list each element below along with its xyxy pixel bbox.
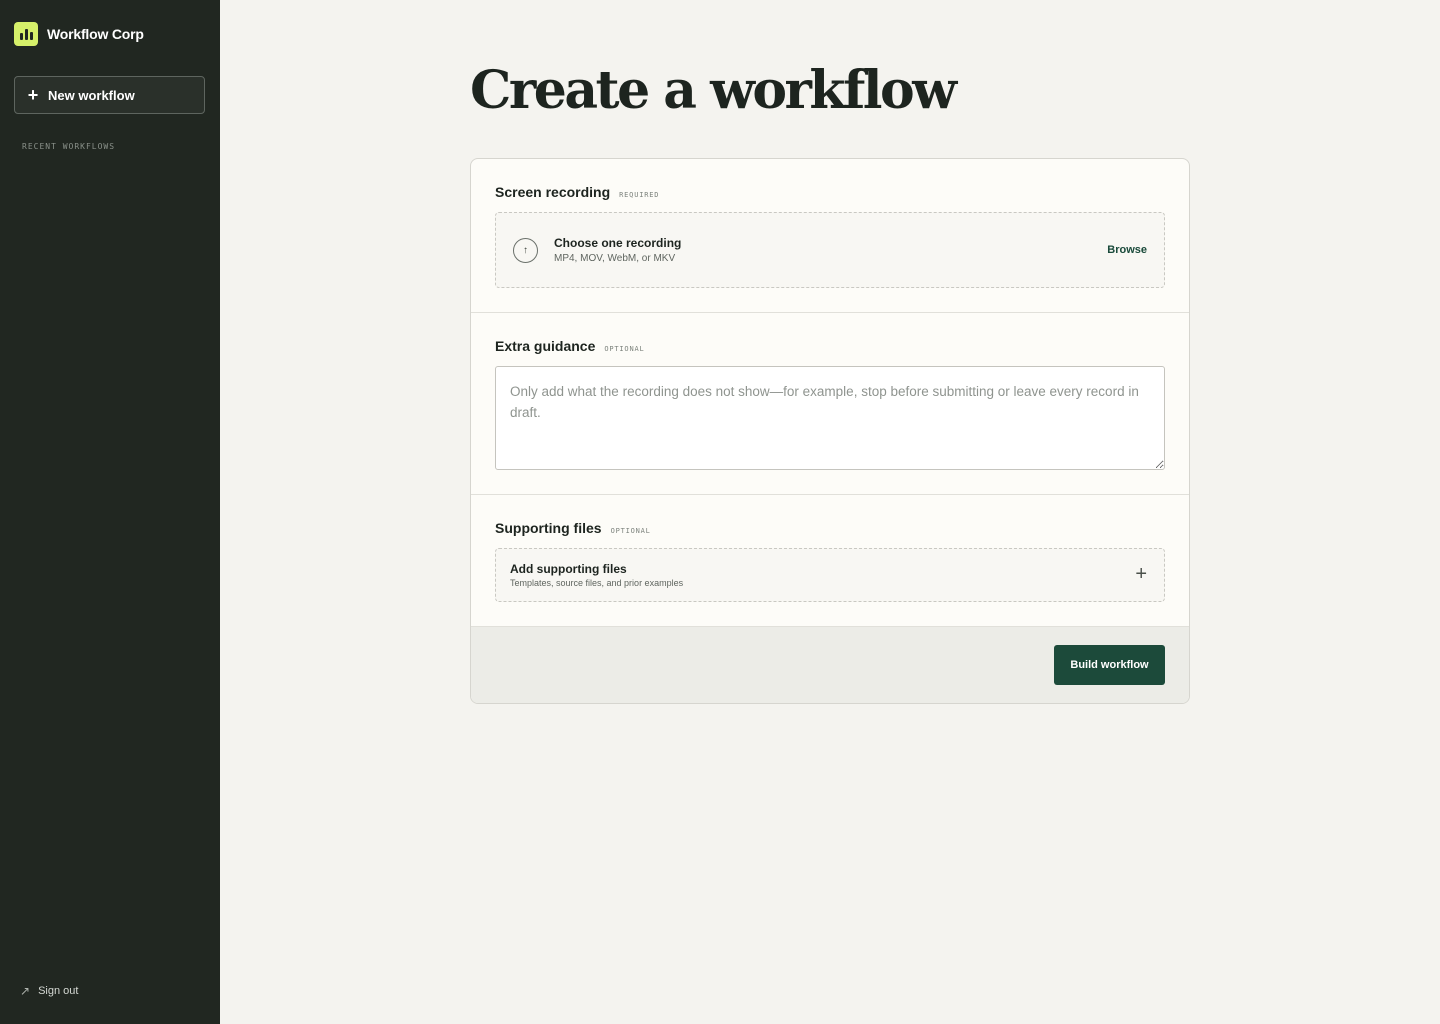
section-title: Supporting files <box>495 520 602 536</box>
workflow-form-card: Screen recording REQUIRED ↑ Choose one r… <box>470 158 1190 704</box>
new-workflow-button[interactable]: + New workflow <box>14 76 205 114</box>
section-title: Screen recording <box>495 184 611 200</box>
sign-out-link[interactable]: ↗ Sign out <box>20 984 78 998</box>
optional-tag: OPTIONAL <box>610 527 651 535</box>
browse-button[interactable]: Browse <box>1107 244 1147 256</box>
required-tag: REQUIRED <box>619 191 660 199</box>
dropzone-title: Add supporting files <box>510 562 627 576</box>
brand-name: Workflow Corp <box>47 26 144 42</box>
arrow-up-right-icon: ↗ <box>20 984 31 998</box>
page-title: Create a workflow <box>470 60 957 121</box>
guidance-textarea[interactable] <box>495 366 1165 470</box>
sign-out-label: Sign out <box>38 985 79 997</box>
bar-chart-icon <box>14 22 38 46</box>
brand[interactable]: Workflow Corp <box>14 22 144 46</box>
app-root: Workflow Corp + New workflow RECENT WORK… <box>0 0 1440 1024</box>
screen-recording-section: Screen recording REQUIRED ↑ Choose one r… <box>471 159 1189 313</box>
new-workflow-label: New workflow <box>48 87 135 103</box>
dropzone-subtitle: MP4, MOV, WebM, or MKV <box>554 253 676 264</box>
dropzone-subtitle: Templates, source files, and prior examp… <box>510 578 684 588</box>
form-footer: Build workflow <box>471 627 1189 703</box>
build-workflow-button[interactable]: Build workflow <box>1054 645 1165 685</box>
supporting-files-section: Supporting files OPTIONAL Add supporting… <box>471 495 1189 627</box>
section-header: Extra guidance OPTIONAL <box>495 338 645 354</box>
sidebar: Workflow Corp + New workflow RECENT WORK… <box>0 0 220 1024</box>
section-title: Extra guidance <box>495 338 596 354</box>
recording-dropzone[interactable]: ↑ Choose one recording MP4, MOV, WebM, o… <box>495 212 1165 288</box>
section-header: Screen recording REQUIRED <box>495 184 659 200</box>
extra-guidance-section: Extra guidance OPTIONAL <box>471 313 1189 495</box>
optional-tag: OPTIONAL <box>604 345 645 353</box>
plus-icon[interactable]: + <box>1135 564 1147 584</box>
plus-icon: + <box>27 85 39 105</box>
supporting-files-dropzone[interactable]: Add supporting files Templates, source f… <box>495 548 1165 602</box>
dropzone-title: Choose one recording <box>554 236 682 250</box>
recent-workflows-heading: RECENT WORKFLOWS <box>22 142 116 151</box>
arrow-up-icon: ↑ <box>513 238 538 263</box>
section-header: Supporting files OPTIONAL <box>495 520 651 536</box>
main-content: Create a workflow Screen recording REQUI… <box>220 0 1440 1024</box>
